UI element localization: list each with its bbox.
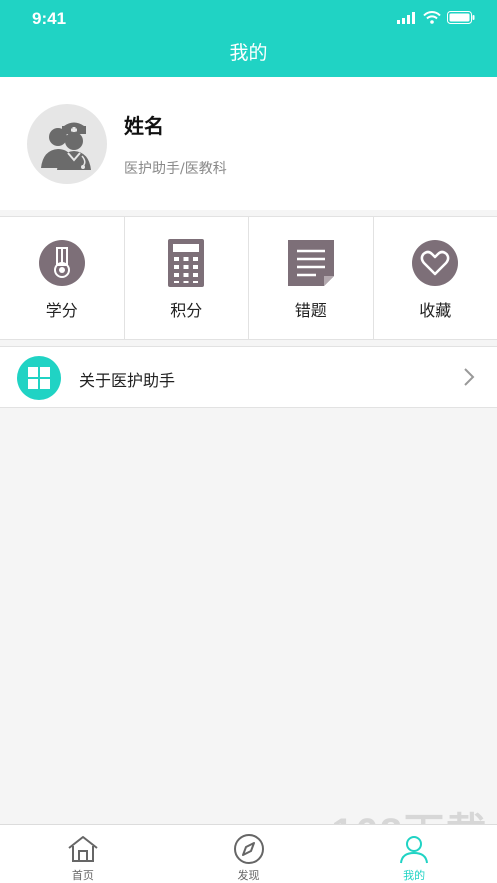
menu-label: 积分 <box>170 301 203 320</box>
compass-icon <box>233 833 265 865</box>
medal-icon <box>38 239 86 287</box>
tab-home[interactable]: 首页 <box>0 825 166 883</box>
heart-icon <box>411 239 459 287</box>
doctor-avatar-icon <box>41 122 91 170</box>
profile-card[interactable]: 姓名 医护助手/医教科 <box>0 77 497 210</box>
menu-label: 学分 <box>45 301 78 320</box>
about-row[interactable]: 关于医护助手 <box>0 346 497 408</box>
tab-label: 发现 <box>237 869 260 882</box>
about-label: 关于医护助手 <box>79 371 176 390</box>
menu-item-credits[interactable]: 学分 <box>0 217 125 339</box>
note-icon <box>287 239 335 287</box>
signal-icon <box>397 11 415 24</box>
tab-mine[interactable]: 我的 <box>331 825 497 883</box>
avatar[interactable] <box>27 104 107 184</box>
status-icons <box>397 11 475 24</box>
user-icon <box>398 833 430 865</box>
battery-icon <box>447 11 475 24</box>
tab-label: 首页 <box>71 869 94 882</box>
wifi-icon <box>423 11 441 24</box>
tab-label: 我的 <box>403 869 426 882</box>
menu-item-favorites[interactable]: 收藏 <box>374 217 497 339</box>
status-time: 9:41 <box>32 9 67 28</box>
chevron-right-icon <box>464 368 475 386</box>
menu-item-points[interactable]: 积分 <box>125 217 249 339</box>
app-header: 9:41 我的 <box>0 0 497 77</box>
calculator-icon <box>162 239 210 287</box>
grid-icon <box>17 356 61 400</box>
profile-name: 姓名 <box>124 114 164 138</box>
menu-grid: 学分 积分 错题 收藏 <box>0 216 497 340</box>
profile-role: 医护助手/医教科 <box>124 161 227 177</box>
menu-label: 错题 <box>294 301 327 320</box>
menu-label: 收藏 <box>419 301 452 320</box>
page-title: 我的 <box>229 42 268 64</box>
home-icon <box>67 833 99 865</box>
menu-item-wrong-questions[interactable]: 错题 <box>249 217 374 339</box>
tab-discover[interactable]: 发现 <box>166 825 332 883</box>
tab-bar: 首页 发现 我的 <box>0 824 497 883</box>
